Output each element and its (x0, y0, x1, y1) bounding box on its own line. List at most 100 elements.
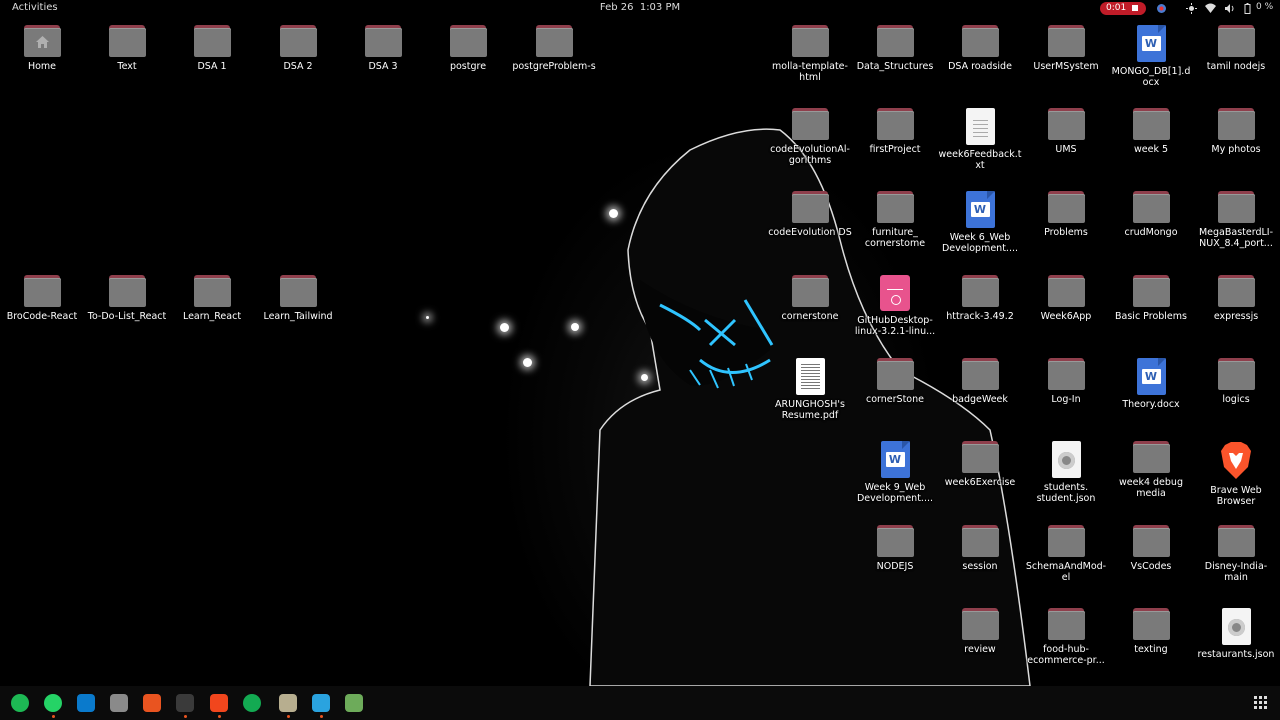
desktop-icon-session[interactable]: session (938, 525, 1022, 572)
desktop-icon-label: Log-In (1051, 394, 1081, 405)
json-file-icon (1221, 608, 1251, 645)
folder-icon (876, 191, 914, 223)
volume-icon[interactable] (1224, 3, 1235, 14)
desktop-icon-postgre[interactable]: postgre (426, 25, 510, 72)
desktop-icon-molla-template-html[interactable]: molla-template-html (768, 25, 852, 83)
desktop-icon-texting[interactable]: texting (1109, 608, 1193, 655)
desktop-icon-week6app[interactable]: Week6App (1024, 275, 1108, 322)
desktop-icon-review[interactable]: review (938, 608, 1022, 655)
folder-icon (1047, 358, 1085, 390)
desktop-icon-label: furniture_ cornerstome (864, 227, 926, 249)
desktop-icon-codeevolutional-gorithms[interactable]: codeEvolutionAl-gorithms (768, 108, 852, 166)
desktop-icon-students-student-json[interactable]: students. student.json (1024, 441, 1108, 504)
desktop-icon-dsa-3[interactable]: DSA 3 (341, 25, 425, 72)
spotify-icon[interactable] (11, 694, 29, 712)
pdf-file-icon (795, 358, 825, 395)
color-picker-icon[interactable] (1156, 3, 1167, 14)
files-icon[interactable] (110, 694, 128, 712)
desktop-icon-week-6-web-development[interactable]: W Week 6_Web Development.... (938, 191, 1022, 254)
desktop-icon-my-photos[interactable]: My photos (1194, 108, 1278, 155)
desktop-icon-codeevolution-ds[interactable]: codeEvolution DS (768, 191, 852, 238)
desktop-icon-text[interactable]: Text (85, 25, 169, 72)
desktop-icon-week6feedback-txt[interactable]: week6Feedback.txt (938, 108, 1022, 171)
vscode-icon[interactable] (77, 694, 95, 712)
desktop-icon-label: DSA 1 (197, 61, 227, 72)
clock[interactable]: Feb 26 1:03 PM (600, 2, 680, 13)
desktop-icon-disney-india-main[interactable]: Disney-India-main (1194, 525, 1278, 583)
running-indicator (218, 715, 221, 718)
desktop-icon-usermsystem[interactable]: UserMSystem (1024, 25, 1108, 72)
desktop-icon-problems[interactable]: Problems (1024, 191, 1108, 238)
running-indicator (287, 715, 290, 718)
desktop-icon-label: VsCodes (1130, 561, 1172, 572)
desktop-icon-log-in[interactable]: Log-In (1024, 358, 1108, 405)
desktop-icon-schemaandmod-el[interactable]: SchemaAndMod-el (1024, 525, 1108, 583)
whatsapp-icon[interactable] (44, 694, 62, 718)
desktop-icon-arunghosh-s-resume-pdf[interactable]: ARUNGHOSH's Resume.pdf (768, 358, 852, 421)
desktop-icon-dsa-1[interactable]: DSA 1 (170, 25, 254, 72)
desktop-icon-week-9-web-development[interactable]: W Week 9_Web Development.... (853, 441, 937, 504)
desktop-icon-basic-problems[interactable]: Basic Problems (1109, 275, 1193, 322)
stop-icon (1132, 5, 1138, 11)
desktop-icon-cornerstone[interactable]: cornerstone (768, 275, 852, 322)
desktop-icon-theory-docx[interactable]: W Theory.docx (1109, 358, 1193, 410)
desktop-icon-brave-web-browser[interactable]: Brave Web Browser (1194, 441, 1278, 507)
desktop-icon-label: MegaBasterdLI-NUX_8.4_port... (1198, 227, 1274, 249)
folder-icon (1217, 358, 1255, 390)
date-text: Feb 26 (599, 2, 634, 13)
desktop-icon-dsa-roadside[interactable]: DSA roadside (938, 25, 1022, 72)
desktop-icon-vscodes[interactable]: VsCodes (1109, 525, 1193, 572)
desktop-icon-firstproject[interactable]: firstProject (853, 108, 937, 155)
desktop-icon-furniture-cornerstome[interactable]: furniture_ cornerstome (853, 191, 937, 249)
desktop-icon-label: session (962, 561, 998, 572)
desktop-icon-learn-tailwind[interactable]: Learn_Tailwind (256, 275, 340, 322)
desktop-icon-learn-react[interactable]: Learn_React (170, 275, 254, 322)
desktop-icon-cornerstone[interactable]: cornerStone (853, 358, 937, 405)
show-applications-icon[interactable] (1254, 696, 1267, 709)
wifi-icon[interactable] (1205, 3, 1216, 14)
desktop-icon-badgeweek[interactable]: badgeWeek (938, 358, 1022, 405)
archive-manager-icon[interactable] (279, 694, 297, 718)
desktop-icon-logics[interactable]: logics (1194, 358, 1278, 405)
desktop-icon-nodejs[interactable]: NODEJS (853, 525, 937, 572)
desktop-icon-label: Week 6_Web Development.... (941, 232, 1019, 254)
folder-icon (791, 108, 829, 140)
desktop-icon-label: logics (1222, 394, 1250, 405)
desktop-icon-label: Problems (1044, 227, 1088, 238)
desktop-icon-dsa-2[interactable]: DSA 2 (256, 25, 340, 72)
desktop-icon-brocode-react[interactable]: BroCode-React (0, 275, 84, 322)
app-center-icon[interactable] (143, 694, 161, 712)
desktop-icon-postgreproblem-s[interactable]: postgreProblem-s (512, 25, 596, 72)
desktop-icon-week-5[interactable]: week 5 (1109, 108, 1193, 155)
activities-button[interactable]: Activities (12, 2, 58, 13)
desktop-icon-week6exercise[interactable]: week6Exercise (938, 441, 1022, 488)
desktop-icon-ums[interactable]: UMS (1024, 108, 1108, 155)
folder-icon (1047, 108, 1085, 140)
trash-icon[interactable] (345, 694, 363, 712)
desktop-icon-githubdesktop-linux-3-2-1-linu[interactable]: GitHubDesktop-linux-3.2.1-linu... (853, 275, 937, 337)
desktop-icon-expressjs[interactable]: expressjs (1194, 275, 1278, 322)
desktop-icon-label: postgreProblem-s (512, 61, 596, 72)
battery-icon[interactable] (1242, 3, 1253, 14)
desktop-icon-label: MONGO_DB[1].docx (1111, 66, 1191, 88)
mongodb-compass-icon[interactable] (243, 694, 261, 712)
telegram-icon[interactable] (312, 694, 330, 718)
desktop-icon-httrack-3-49-2[interactable]: httrack-3.49.2 (938, 275, 1022, 322)
desktop-icon-food-hub-ecommerce-pr[interactable]: food-hub-ecommerce-pr... (1024, 608, 1108, 666)
screen-recording-indicator[interactable]: 0:01 (1100, 2, 1146, 15)
terminal-icon[interactable] (176, 694, 194, 718)
desktop-icon-restaurants-json[interactable]: restaurants.json (1194, 608, 1278, 660)
desktop-icon-label: codeEvolutionAl-gorithms (770, 144, 850, 166)
desktop-icon-data-structures[interactable]: Data_Structures (853, 25, 937, 72)
desktop-icon-mongo-db-1-docx[interactable]: W MONGO_DB[1].docx (1109, 25, 1193, 88)
desktop-icon-crudmongo[interactable]: crudMongo (1109, 191, 1193, 238)
brave-icon[interactable] (210, 694, 228, 718)
desktop-icon-label: postgre (449, 61, 487, 72)
desktop-icon-tamil-nodejs[interactable]: tamil nodejs (1194, 25, 1278, 72)
desktop-icon-to-do-list-react[interactable]: To-Do-List_React (85, 275, 169, 322)
desktop-icon-home[interactable]: Home (0, 25, 84, 72)
desktop-icon-week4-debug-media[interactable]: week4 debug media (1109, 441, 1193, 499)
desktop-icon-megabasterdli-nux-8-4-port[interactable]: MegaBasterdLI-NUX_8.4_port... (1194, 191, 1278, 249)
brightness-icon[interactable] (1186, 3, 1197, 14)
desktop-icon-label: Week6App (1040, 311, 1092, 322)
